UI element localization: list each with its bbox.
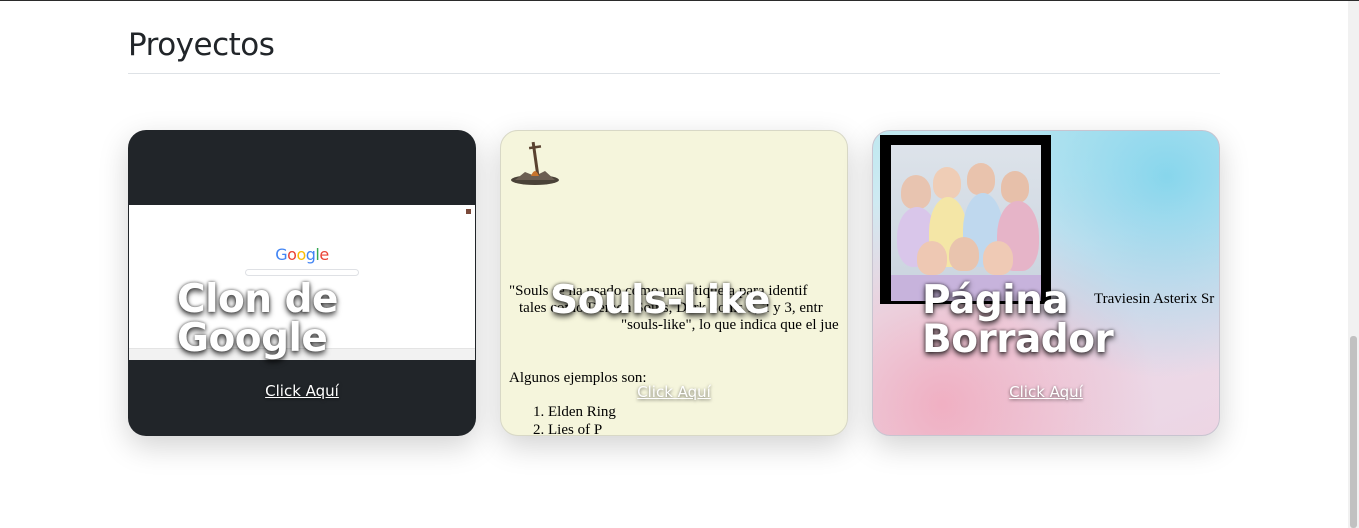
click-here-link[interactable]: Click Aquí [501, 383, 847, 401]
bonfire-sword-icon [511, 141, 559, 185]
section-title: Proyectos [128, 27, 275, 63]
search-bar-preview [245, 269, 359, 276]
list-item: 1. Elden Ring [533, 404, 616, 420]
card-title: Clon de Google [177, 280, 339, 361]
project-card-draft-page[interactable]: Traviesin Asterix Sr Página Borrador Cli… [872, 130, 1220, 436]
section-divider [128, 73, 1220, 74]
card-title: Página Borrador [922, 281, 1114, 362]
project-card-google-clone[interactable]: Google Clon de Google Click Aquí [128, 130, 476, 436]
project-card-souls-like[interactable]: "Souls se ha usado como una etiqueta par… [500, 130, 848, 436]
card-title: Souls-Like [550, 278, 770, 323]
click-here-link[interactable]: Click Aquí [128, 382, 476, 400]
click-here-link[interactable]: Click Aquí [873, 383, 1219, 401]
card-title-line2: Borrador [922, 317, 1114, 362]
scrollbar-thumb[interactable] [1350, 336, 1357, 528]
vertical-scrollbar[interactable] [1348, 1, 1359, 528]
avatar-icon [466, 209, 471, 214]
list-item: 2. Lies of P [533, 422, 603, 436]
card-title-line2: Google [177, 316, 328, 361]
google-logo: Google [275, 245, 329, 264]
examples-list: 1. Elden Ring 2. Lies of P [533, 403, 616, 436]
